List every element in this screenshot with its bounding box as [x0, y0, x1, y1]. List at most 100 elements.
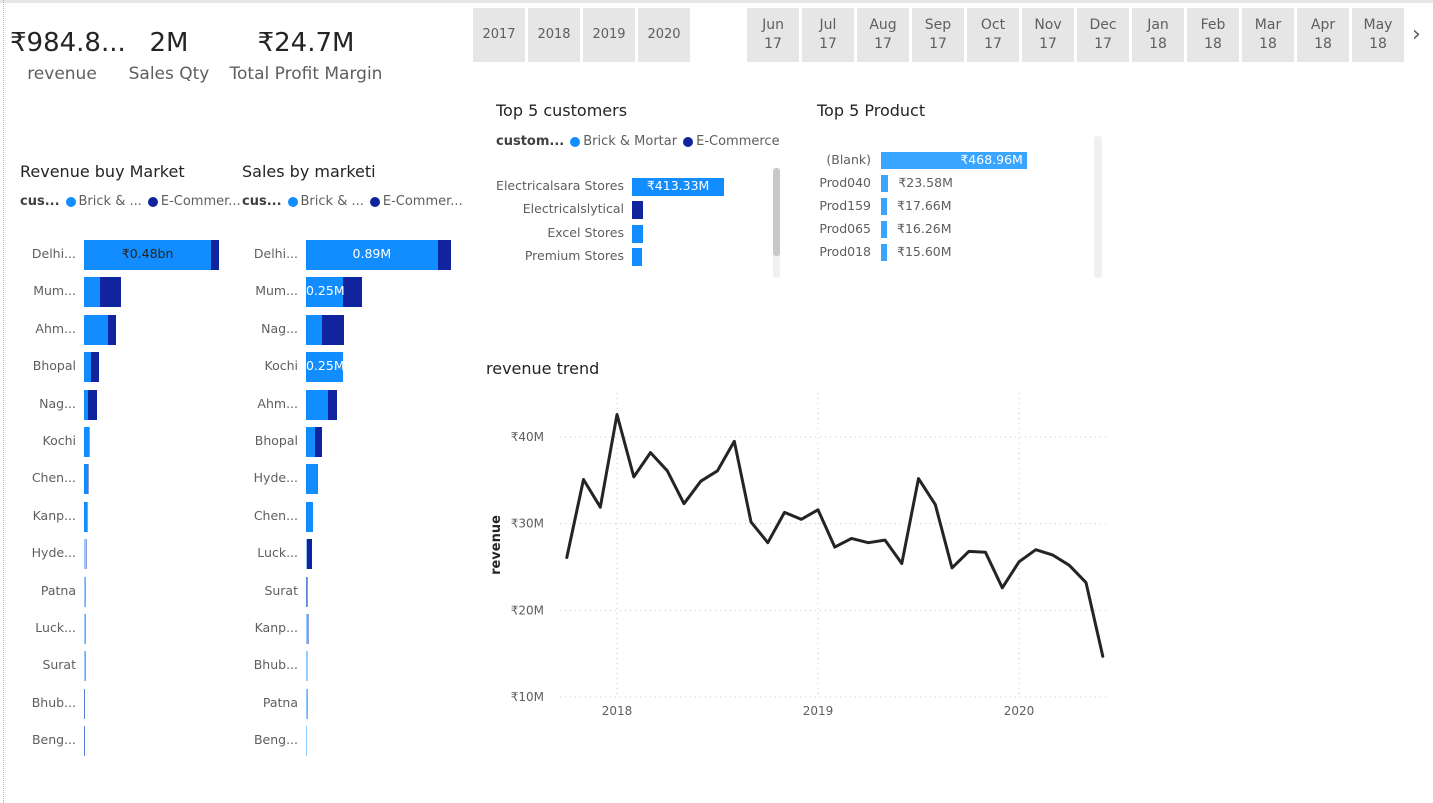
bar-segment[interactable]: [85, 539, 87, 570]
data-point[interactable]: [581, 477, 587, 483]
data-point[interactable]: [899, 561, 905, 567]
legend-item-ecom[interactable]: E-Commerce: [683, 134, 780, 149]
year-tile-2019[interactable]: 2019: [583, 8, 635, 62]
month-tile[interactable]: Mar 18: [1242, 8, 1294, 62]
bar-segment[interactable]: [211, 240, 220, 270]
product-bar[interactable]: [881, 244, 887, 261]
month-tile[interactable]: Dec 17: [1077, 8, 1129, 62]
data-point[interactable]: [932, 502, 938, 508]
data-point[interactable]: [614, 412, 620, 418]
bar-segment[interactable]: [306, 726, 307, 757]
month-tile[interactable]: Sep 17: [912, 8, 964, 62]
data-point[interactable]: [999, 585, 1005, 591]
data-point[interactable]: [1083, 580, 1089, 586]
data-point[interactable]: [1033, 547, 1039, 553]
data-point[interactable]: [681, 501, 687, 507]
legend-item-brick[interactable]: Brick & ...: [287, 194, 364, 209]
legend-item-ecom[interactable]: E-Commer...: [369, 194, 463, 209]
data-point[interactable]: [882, 537, 888, 543]
data-point[interactable]: [782, 509, 788, 515]
bar-segment[interactable]: [84, 614, 86, 644]
bar-segment[interactable]: [632, 224, 644, 243]
data-point[interactable]: [832, 544, 838, 550]
bar-segment[interactable]: [306, 539, 312, 570]
data-point[interactable]: [1100, 653, 1106, 659]
bar-segment[interactable]: [632, 247, 643, 266]
kpi-revenue-card[interactable]: ₹984.8... revenue: [10, 28, 126, 84]
bar-segment[interactable]: [437, 240, 452, 270]
data-point[interactable]: [865, 540, 871, 546]
data-point[interactable]: [916, 476, 922, 482]
data-point[interactable]: [815, 507, 821, 513]
month-tile[interactable]: Apr 18: [1297, 8, 1349, 62]
bar-segment[interactable]: [88, 464, 90, 495]
year-tile-2020[interactable]: 2020: [638, 8, 690, 62]
month-tile[interactable]: Feb 18: [1187, 8, 1239, 62]
legend-item-ecom[interactable]: E-Commer...: [147, 194, 241, 209]
bar-segment[interactable]: [87, 389, 98, 420]
data-point[interactable]: [949, 565, 955, 571]
month-tile[interactable]: Jun 17: [747, 8, 799, 62]
month-tile[interactable]: Nov 17: [1022, 8, 1074, 62]
chevron-right-icon[interactable]: ›: [1412, 22, 1421, 47]
product-bar[interactable]: [881, 221, 887, 238]
month-tile[interactable]: Aug 17: [857, 8, 909, 62]
bar-segment[interactable]: [306, 389, 329, 420]
bar-segment[interactable]: [307, 614, 309, 644]
top5-customers-scroll-thumb[interactable]: [773, 168, 780, 256]
bar-segment[interactable]: [306, 688, 308, 719]
data-point[interactable]: [731, 438, 737, 444]
data-point[interactable]: [597, 504, 603, 510]
data-point[interactable]: [664, 468, 670, 474]
month-tile[interactable]: May 18: [1352, 8, 1404, 62]
bar-segment[interactable]: [107, 314, 116, 345]
bar-segment[interactable]: [314, 427, 323, 457]
bar-segment[interactable]: [99, 277, 122, 308]
kpi-sales-qty-card[interactable]: 2M Sales Qty: [128, 28, 210, 84]
data-point[interactable]: [564, 555, 570, 561]
data-point[interactable]: [966, 548, 972, 554]
data-point[interactable]: [715, 468, 721, 474]
bar-segment[interactable]: [632, 201, 644, 220]
bar-segment[interactable]: [306, 464, 318, 495]
data-point[interactable]: [1016, 559, 1022, 565]
bar-segment[interactable]: [88, 427, 90, 457]
month-tile[interactable]: Oct 17: [967, 8, 1019, 62]
data-point[interactable]: [849, 535, 855, 541]
legend-item-brick[interactable]: Brick & ...: [65, 194, 142, 209]
bar-segment[interactable]: [306, 314, 323, 345]
year-tile-2018[interactable]: 2018: [528, 8, 580, 62]
legend-item-brick[interactable]: Brick & Mortar: [570, 134, 677, 149]
bar-segment[interactable]: [84, 726, 86, 757]
bar-segment[interactable]: [84, 688, 86, 719]
bar-segment[interactable]: [306, 576, 309, 607]
bar-segment[interactable]: [84, 576, 86, 607]
bar-segment[interactable]: [84, 651, 86, 682]
data-point[interactable]: [748, 519, 754, 525]
bar-segment[interactable]: [328, 389, 338, 420]
data-point[interactable]: [698, 478, 704, 484]
bar-segment[interactable]: [343, 277, 363, 308]
product-bar[interactable]: [881, 175, 889, 192]
bar-segment[interactable]: [90, 352, 99, 383]
data-point[interactable]: [631, 474, 637, 480]
bar-segment[interactable]: [87, 501, 89, 532]
data-point[interactable]: [983, 549, 989, 555]
revenue-trend-line[interactable]: [565, 413, 1105, 658]
data-point[interactable]: [765, 540, 771, 546]
bar-segment[interactable]: [322, 314, 345, 345]
bar-segment[interactable]: [306, 501, 314, 532]
data-point[interactable]: [648, 450, 654, 456]
year-tile-2017[interactable]: 2017: [473, 8, 525, 62]
month-tile[interactable]: Jan 18: [1132, 8, 1184, 62]
bar-segment[interactable]: [306, 651, 309, 682]
data-point[interactable]: [1066, 562, 1072, 568]
bar-segment[interactable]: [84, 352, 91, 383]
bar-segment[interactable]: [306, 427, 315, 457]
bar-segment[interactable]: [84, 277, 100, 308]
top5-product-scrollbar[interactable]: [1094, 136, 1102, 278]
product-bar[interactable]: [881, 198, 887, 215]
data-point[interactable]: [798, 516, 804, 522]
bar-segment[interactable]: [84, 314, 108, 345]
kpi-profit-margin-card[interactable]: ₹24.7M Total Profit Margin: [226, 28, 386, 84]
